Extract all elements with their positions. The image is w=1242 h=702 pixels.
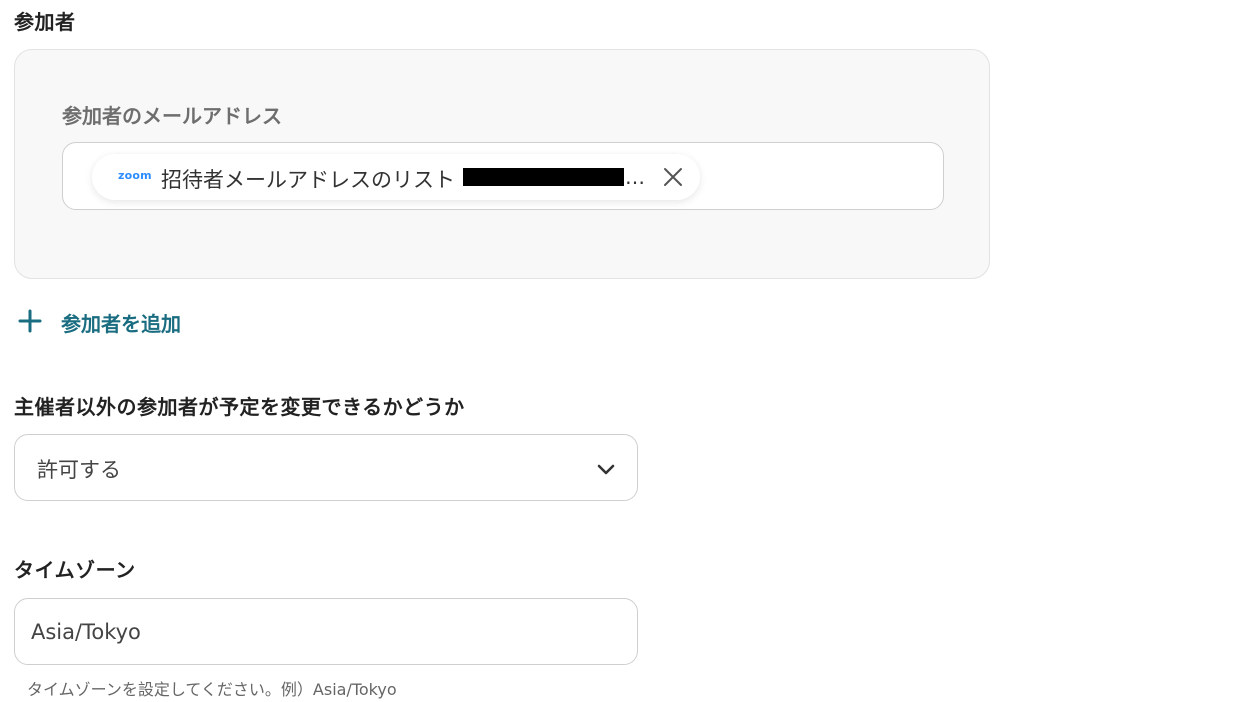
guest-modify-title: 主催者以外の参加者が予定を変更できるかどうか	[14, 395, 465, 419]
email-field-label: 参加者のメールアドレス	[62, 104, 282, 128]
timezone-title: タイムゾーン	[14, 558, 136, 582]
chevron-down-icon	[595, 459, 617, 481]
timezone-input[interactable]	[14, 598, 638, 665]
variable-chip[interactable]: zoom 招待者メールアドレスのリスト …	[92, 154, 700, 200]
select-value: 許可する	[37, 458, 121, 482]
chip-label: 招待者メールアドレスのリスト	[161, 168, 455, 192]
plus-icon	[18, 309, 42, 333]
participant-card: 参加者のメールアドレス zoom 招待者メールアドレスのリスト …	[14, 49, 990, 279]
close-icon[interactable]	[661, 165, 685, 189]
participant-email-field[interactable]: zoom 招待者メールアドレスのリスト …	[62, 142, 944, 210]
timezone-helper-text: タイムゾーンを設定してください。例）Asia/Tokyo	[27, 680, 397, 699]
chip-ellipsis: …	[625, 165, 645, 189]
add-participant-label: 参加者を追加	[61, 312, 181, 336]
zoom-logo-icon: zoom	[118, 169, 152, 182]
guest-modify-select[interactable]: 許可する	[14, 434, 638, 501]
redacted-block	[463, 168, 624, 186]
participants-section-title: 参加者	[14, 10, 76, 34]
